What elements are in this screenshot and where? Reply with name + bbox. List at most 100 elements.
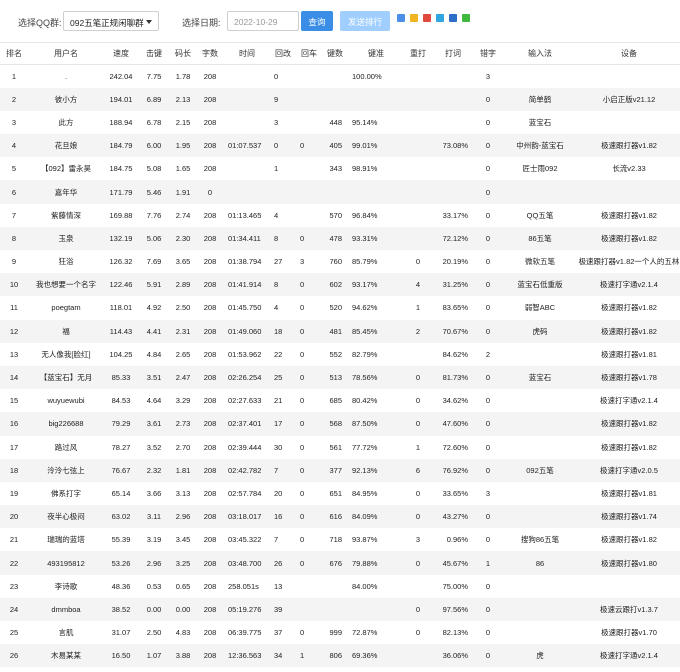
cell-time: 02:26.254	[224, 365, 270, 390]
cell-speed: 188.94	[109, 117, 133, 127]
column-header[interactable]: 错字	[474, 42, 502, 65]
cell-rank: 4	[0, 134, 28, 158]
qzone-icon[interactable]	[397, 14, 405, 22]
column-header[interactable]: 排名	[0, 42, 28, 65]
column-header[interactable]: 用户名	[28, 42, 104, 65]
cell-device: 极速跟打器v1.74	[578, 505, 680, 529]
cell-code-length: 1.95	[170, 134, 196, 158]
cell-time: 01:53.962	[228, 349, 262, 359]
cell-input-method: 搜狗86五笔	[520, 535, 560, 545]
cell-time	[224, 180, 270, 204]
column-header[interactable]: 回车	[296, 42, 322, 65]
cell-time: 01:41.914	[224, 273, 270, 297]
cell-key-count: 520	[329, 303, 342, 313]
cell-rank: 10	[0, 273, 28, 297]
cell-time: 03:48.700	[224, 551, 270, 575]
send-ranking-button[interactable]: 发送排行	[340, 11, 390, 31]
star-icon[interactable]	[410, 14, 418, 22]
table-row: 19 佛系打字 65.14 3.66 3.13 208 02:57.784 20 0 651 84.…	[0, 482, 680, 505]
cell-key-count: 377	[322, 458, 348, 482]
date-input[interactable]: 2022-10-29	[227, 11, 299, 31]
cell-backspace: 9	[270, 87, 296, 111]
cell-keystroke: 4.41	[138, 319, 170, 343]
column-header[interactable]: 重打	[404, 42, 432, 65]
table-row: 26 木易某某 16.50 1.07 3.88 208 12:36.563 34 1 806 69.…	[0, 644, 680, 668]
column-header[interactable]: 打词	[432, 42, 474, 65]
cell-keystroke: 0.53	[146, 581, 162, 591]
cell-username: 嘉年华	[28, 180, 104, 204]
cell-device: 极速跟打器v1.82	[578, 319, 680, 343]
wechat-icon[interactable]	[462, 14, 470, 22]
column-header[interactable]: 字数	[196, 42, 224, 65]
cell-backspace: 25	[270, 365, 296, 390]
cell-word-rate: 76.92%	[432, 458, 474, 482]
query-button[interactable]: 查询	[301, 11, 333, 31]
cell-key-accuracy: 77.72%	[352, 442, 378, 452]
column-header[interactable]: 速度	[104, 42, 138, 65]
cell-code-length: 2.89	[170, 273, 196, 297]
qq-group-select[interactable]: 092五笔正规闲聊群	[63, 11, 159, 31]
column-header[interactable]: 击键	[138, 42, 170, 65]
cell-username: poegtam	[51, 303, 81, 313]
cell-retype	[404, 644, 432, 668]
column-header[interactable]: 键数	[322, 42, 348, 65]
cell-speed: 53.26	[104, 551, 138, 575]
cell-device: 极速打字通v2.0.5	[578, 458, 680, 482]
cell-backspace: 39	[270, 597, 296, 621]
cell-typo: 0	[474, 365, 502, 390]
renren-icon[interactable]	[449, 14, 457, 22]
cell-code-length: 0.00	[170, 597, 196, 621]
cell-typo: 0	[485, 303, 491, 313]
cell-username: 【蓝宝石】无月	[28, 365, 104, 390]
cell-char-count: 208	[196, 505, 224, 529]
cell-input-method	[502, 65, 578, 88]
cell-rank: 14	[0, 365, 28, 390]
cell-code-length: 2.30	[170, 226, 196, 250]
column-header[interactable]: 回改	[270, 42, 296, 65]
cell-retype: 0	[404, 365, 432, 390]
cell-rank: 11	[10, 303, 18, 313]
cell-retype: 0	[404, 597, 432, 621]
cell-keystroke: 6.78	[146, 117, 162, 127]
cell-speed: 132.19	[104, 226, 138, 250]
cell-key-count: 343	[329, 164, 342, 174]
cell-typo: 0	[485, 210, 491, 220]
cell-word-rate: 83.65%	[442, 303, 468, 313]
cell-key-accuracy: 93.17%	[348, 273, 404, 297]
column-header[interactable]: 输入法	[502, 42, 578, 65]
column-header[interactable]: 设备	[578, 42, 680, 65]
cell-enter: 0	[296, 505, 322, 529]
cell-key-accuracy	[348, 180, 404, 204]
cell-device: 极速跟打器v1.81	[601, 488, 657, 498]
cell-enter	[296, 204, 322, 227]
cell-code-length: 3.29	[175, 396, 191, 406]
cell-key-accuracy: 85.45%	[348, 319, 404, 343]
cell-input-method	[502, 482, 578, 505]
weibo-icon[interactable]	[423, 14, 431, 22]
cell-retype: 2	[404, 319, 432, 343]
cell-word-rate: 97.56%	[432, 597, 474, 621]
column-header[interactable]: 时间	[224, 42, 270, 65]
cell-input-method	[502, 180, 578, 204]
column-header[interactable]: 码长	[170, 42, 196, 65]
cell-code-length: 1.78	[175, 71, 191, 81]
cell-username: 瑞瑞的蓝塔	[47, 535, 85, 545]
cell-username: 【092】雷永昊	[40, 164, 91, 174]
cell-retype	[404, 65, 432, 88]
column-header[interactable]: 键准	[348, 42, 404, 65]
cell-username: 此方	[58, 117, 74, 127]
cell-rank: 13	[9, 349, 19, 359]
ranking-table: 排名 用户名 速度 击键 码长 字数 时间 回改 回车 键数 键准 重打 打词 …	[0, 42, 680, 668]
cell-keystroke: 3.66	[146, 488, 162, 498]
table-row: 24 dmmboa 38.52 0.00 0.00 208 05:19.276 39 0 97.5…	[0, 597, 680, 621]
cell-word-rate: 47.60%	[432, 412, 474, 436]
cell-typo: 0	[474, 134, 502, 158]
cell-word-rate: 72.12%	[432, 226, 474, 250]
cell-key-count: 760	[329, 257, 342, 267]
qq-icon[interactable]	[436, 14, 444, 22]
cell-enter	[296, 180, 322, 204]
cell-backspace: 26	[270, 551, 296, 575]
cell-time: 258.051s	[228, 581, 259, 591]
cell-retype: 0	[415, 257, 421, 267]
cell-speed: 31.07	[111, 628, 131, 638]
